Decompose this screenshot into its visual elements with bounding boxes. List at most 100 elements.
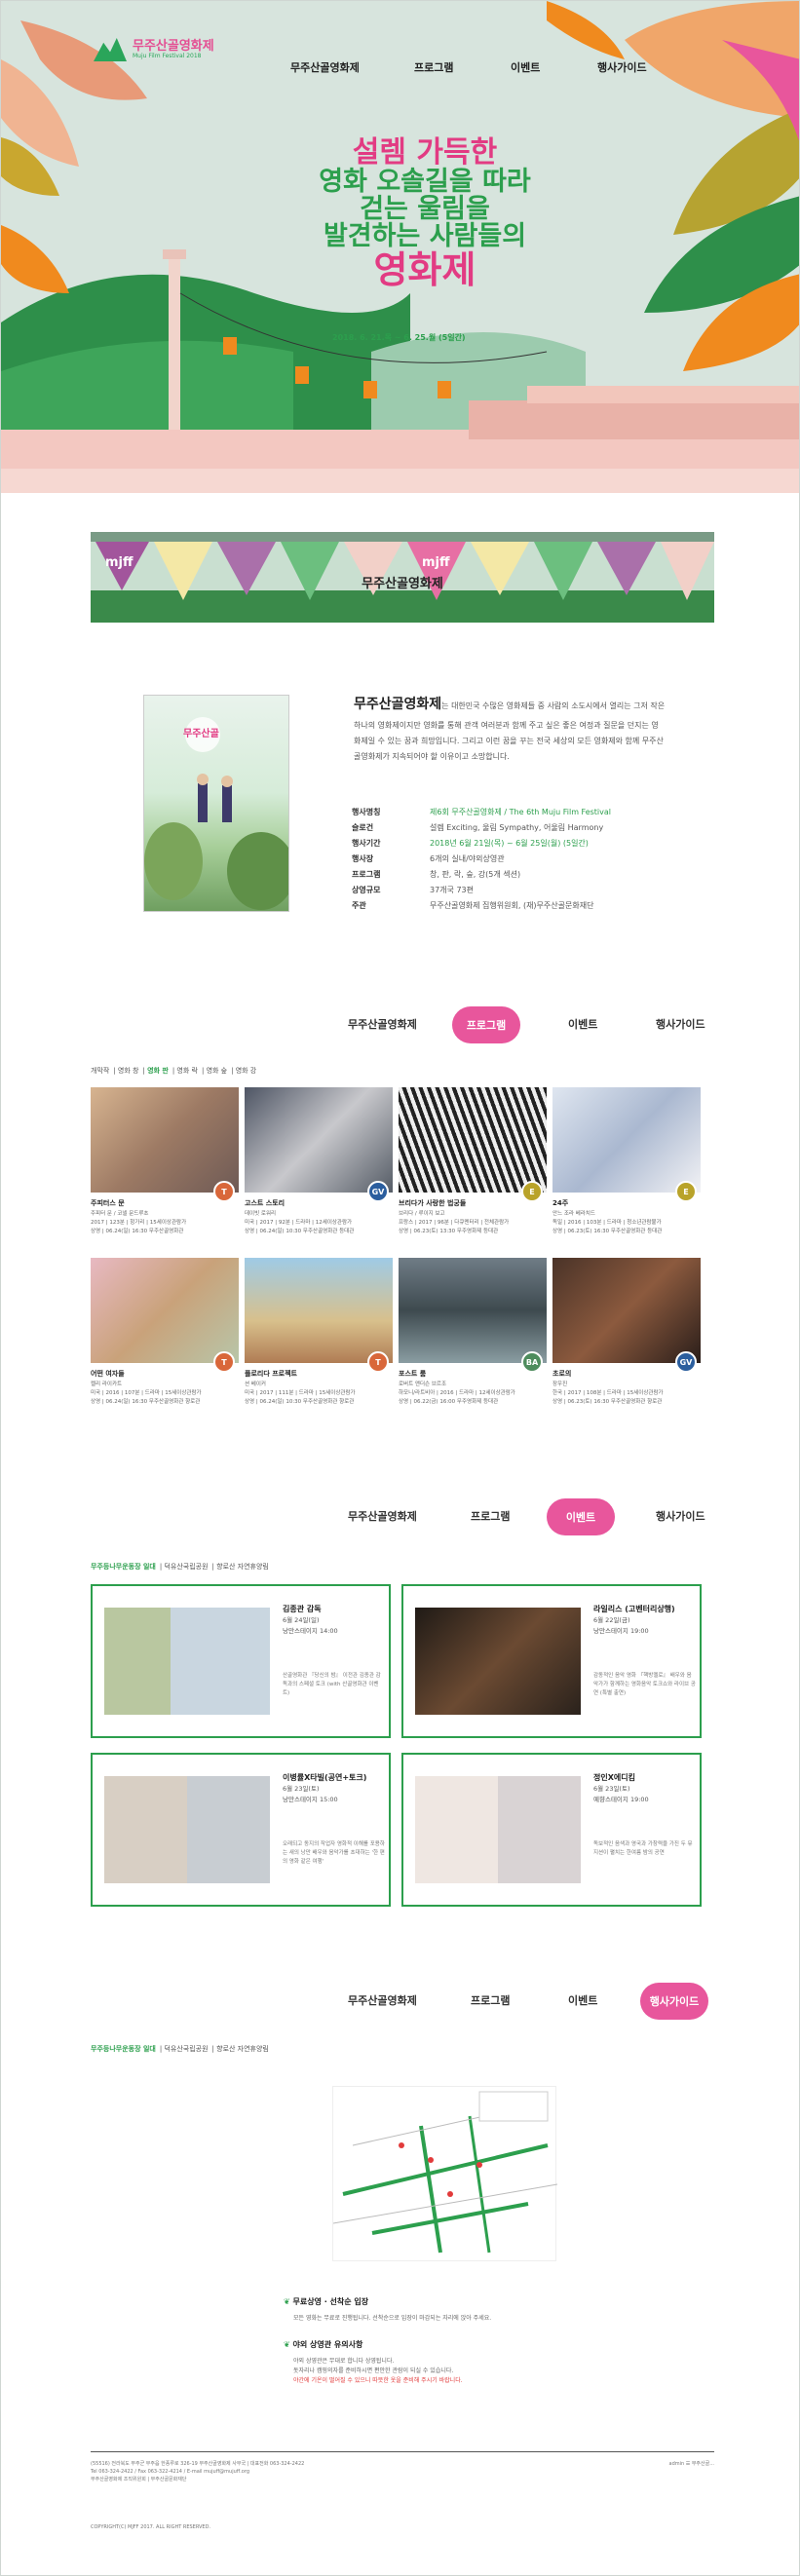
badge-t: T: [213, 1181, 235, 1202]
event-desc: 오래되고 동지의 작업자 영화적 이해를 포용하는 새의 낭만 배우와 음악가를…: [283, 1841, 385, 1865]
logo-subtitle: Muju Film Festival 2018: [133, 53, 202, 59]
event-title: 이병률X타빌(공연+토크): [283, 1773, 367, 1782]
info-value: 제6회 무주산골영화제 / The 6th Muju Film Festival: [430, 808, 611, 816]
subnav-hyangrosan[interactable]: 향로산 자연휴양림: [216, 2045, 269, 2053]
tab-program[interactable]: 프로그램: [471, 1508, 510, 1524]
tab-guide[interactable]: 행사가이드: [656, 1508, 705, 1524]
subnav-stadium[interactable]: 무주등나무운동장 일대: [91, 1563, 156, 1571]
event-desc: 감동적인 음악 영화 『핵방멜로』 배우와 음악가가 함께하는 영화음악 토크쇼…: [593, 1673, 696, 1696]
banner-title: 무주산골영화제: [362, 577, 443, 591]
info-row: 행사장 6개의 실내/야외상영관: [352, 852, 611, 867]
film-card[interactable]: GV 초로의 장우진 한국 | 2017 | 108분 | 드라마 | 15세이…: [552, 1258, 701, 1407]
film-card[interactable]: T 어떤 여자들 켈리 라이카트 미국 | 2016 | 107분 | 드라마 …: [91, 1258, 239, 1407]
info-row: 주관 무주산골영화제 집행위원회, (재)무주산골문화재단: [352, 898, 611, 914]
info-key: 행사기간: [352, 839, 381, 848]
film-still: BA: [399, 1258, 547, 1373]
info-key: 행사장: [352, 854, 374, 863]
event-photo: [104, 1776, 270, 1883]
subnav-rock[interactable]: 영화 락: [176, 1067, 198, 1075]
hero-line-5: 영화제: [373, 247, 476, 291]
event-title: 정인X에디킴: [593, 1773, 635, 1782]
subnav-forest[interactable]: 영화 숲: [207, 1067, 228, 1075]
guide-line: 야외 상영관은 무대로 합니다 상영됩니다.: [293, 2358, 395, 2365]
film-meta: 주피터 문 / 코넬 문드루초 2017 | 123분 | 헝가리 | 15세이…: [91, 1211, 187, 1234]
tab-guide-active[interactable]: 행사가이드: [640, 1983, 708, 2020]
nav-festival[interactable]: 무주산골영화제: [290, 59, 360, 75]
info-row: 프로그램 창, 판, 락, 숲, 강(5개 섹션): [352, 867, 611, 883]
badge-gv: GV: [675, 1351, 697, 1373]
film-card[interactable]: E 24주 안느 조라 베라치드 독일 | 2016 | 103분 | 드라마 …: [552, 1087, 701, 1236]
hero: 무주산골영화제 Muju Film Festival 2018 무주산골영화제 …: [1, 1, 799, 493]
event-card[interactable]: 김종관 감독 6월 24일(일) 낭만스테이지 14:00 산골영화관 『당신의…: [91, 1584, 391, 1738]
map-graphic: [332, 2091, 558, 2254]
info-row: 행사명칭 제6회 무주산골영화제 / The 6th Muju Film Fest…: [352, 805, 611, 820]
festival-info: 행사명칭 제6회 무주산골영화제 / The 6th Muju Film Fest…: [352, 805, 611, 914]
nav-guide[interactable]: 행사가이드: [597, 59, 647, 75]
footer-admin-link[interactable]: admin ☰ 무주산골...: [669, 2460, 715, 2468]
guide-line: 돗자리나 캠핑의자를 준비하시면 편안한 관람이 되실 수 있습니다.: [293, 2368, 454, 2374]
film-still: GV: [552, 1258, 701, 1373]
program-subnav: 개막작 | 영화 창 | 영화 판 | 영화 락 | 영화 숲 | 영화 강: [91, 1067, 257, 1075]
info-key: 프로그램: [352, 870, 381, 879]
film-card[interactable]: T 플로리다 프로젝트 션 베이커 미국 | 2017 | 111분 | 드라마…: [245, 1258, 393, 1407]
subnav-pan[interactable]: 영화 판: [147, 1067, 169, 1075]
guide-heading-text: 야외 상영관 유의사항: [292, 2340, 363, 2349]
subnav-chang[interactable]: 영화 창: [118, 1067, 139, 1075]
event-date: 6월 24일(일) 낭만스테이지 14:00: [283, 1616, 338, 1635]
event-desc: 독보적인 음색과 영국과 가창력을 가진 두 뮤지션이 펼치는 한여름 밤의 공…: [593, 1841, 693, 1856]
film-still: E: [552, 1087, 701, 1202]
info-key: 슬로건: [352, 823, 374, 832]
event-card[interactable]: 라일리스 (고벤터리상행) 6월 22일(금) 낭만스테이지 19:00 감동적…: [401, 1584, 702, 1738]
subnav-opening[interactable]: 개막작: [91, 1067, 109, 1075]
tab-program[interactable]: 프로그램: [471, 1992, 510, 2008]
venue-map[interactable]: [332, 2086, 558, 2261]
tab-guide[interactable]: 행사가이드: [656, 1016, 705, 1032]
info-value: 37개국 73편: [430, 886, 474, 894]
copyright: COPYRIGHT(C) MJFF 2017. ALL RIGHT RESERV…: [91, 2524, 211, 2530]
film-card[interactable]: GV 고스트 스토리 데이빗 로워리 미국 | 2017 | 92분 | 드라마…: [245, 1087, 393, 1236]
film-still: GV: [245, 1087, 393, 1202]
leaf-icon: ❦: [284, 2340, 290, 2349]
subnav-deogyusan[interactable]: 덕유산국립공원: [164, 2045, 208, 2053]
info-value: 설렘 Exciting, 울림 Sympathy, 어울림 Harmony: [430, 823, 604, 832]
event-card[interactable]: 정인X에디킴 6월 23일(토) 예향스테이지 19:00 독보적인 음색과 영…: [401, 1753, 702, 1907]
event-card[interactable]: 이병률X타빌(공연+토크) 6월 23일(토) 낭만스테이지 15:00 오래되…: [91, 1753, 391, 1907]
film-still: E: [399, 1087, 547, 1202]
flag-text-2: mjff: [422, 555, 450, 570]
tab-festival[interactable]: 무주산골영화제: [348, 1992, 417, 2008]
flag-text-1: mjff: [105, 555, 133, 570]
footer-divider: [91, 2451, 714, 2452]
intro-text: 무주산골영화제는 대한민국 수많은 영화제들 중 사람의 소도시에서 열리는 그…: [354, 691, 666, 765]
badge-t: T: [213, 1351, 235, 1373]
guide-para-outdoor: 야외 상영관은 무대로 합니다 상영됩니다. 돗자리나 캠핑의자를 준비하시면 …: [293, 2357, 463, 2386]
nav-event[interactable]: 이벤트: [511, 59, 540, 75]
event-title: 라일리스 (고벤터리상행): [593, 1605, 675, 1613]
subnav-river[interactable]: 영화 강: [236, 1067, 257, 1075]
subnav-stadium[interactable]: 무주등나무운동장 일대: [91, 2045, 156, 2053]
badge-e: E: [521, 1181, 543, 1202]
tab-event[interactable]: 이벤트: [568, 1992, 597, 2008]
tab-festival[interactable]: 무주산골영화제: [348, 1016, 417, 1032]
film-card[interactable]: E 브리다가 사랑한 법궁들 브리다 / 루이지 보고 프랑스 | 2017 |…: [399, 1087, 547, 1236]
logo[interactable]: 무주산골영화제 Muju Film Festival 2018: [94, 38, 214, 61]
festival-banner: mjff mjff 무주산골영화제: [91, 532, 714, 623]
info-row: 행사기간 2018년 6월 21일(목) ~ 6월 25일(월) (5일간): [352, 836, 611, 852]
film-meta: 장우진 한국 | 2017 | 108분 | 드라마 | 15세이상관람가 상영…: [552, 1382, 664, 1405]
guide-heading-outdoor: ❦ 야외 상영관 유의사항: [284, 2339, 362, 2350]
tab-festival[interactable]: 무주산골영화제: [348, 1508, 417, 1524]
film-card[interactable]: BA 포스트 룸 로버트 앤더슨 브르조 하모니/라트비아 | 2016 | 드…: [399, 1258, 547, 1407]
festival-poster[interactable]: 무주산골: [143, 695, 289, 912]
tab-event-active[interactable]: 이벤트: [547, 1498, 615, 1535]
hero-line-4: 발견하는 사람들의: [323, 221, 527, 252]
event-date: 6월 22일(금) 낭만스테이지 19:00: [593, 1616, 649, 1635]
nav-program[interactable]: 프로그램: [414, 59, 453, 75]
guide-heading-free: ❦ 무료상영 · 선착순 입장: [284, 2296, 368, 2307]
tab-program-active[interactable]: 프로그램: [452, 1006, 520, 1043]
event-tabbar: 무주산골영화제 프로그램 이벤트 행사가이드: [342, 1496, 712, 1535]
event-date: 6월 23일(토) 낭만스테이지 15:00: [283, 1785, 338, 1803]
subnav-hyangrosan[interactable]: 향로산 자연휴양림: [216, 1563, 269, 1571]
film-still: T: [91, 1258, 239, 1373]
film-card[interactable]: T 주피터스 문 주피터 문 / 코넬 문드루초 2017 | 123분 | 헝…: [91, 1087, 239, 1236]
tab-event[interactable]: 이벤트: [568, 1016, 597, 1032]
subnav-deogyusan[interactable]: 덕유산국립공원: [164, 1563, 208, 1571]
